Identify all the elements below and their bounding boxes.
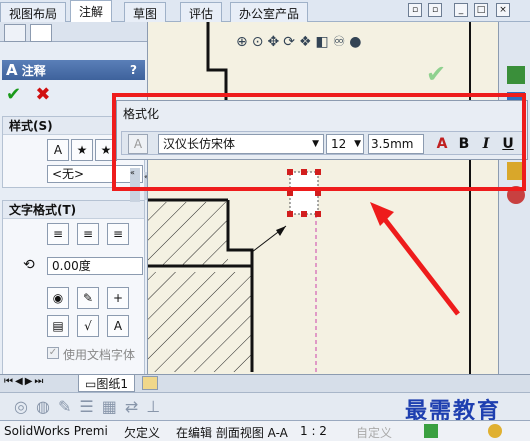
geometric-tolerance-icon[interactable]: ▤	[47, 315, 69, 337]
confirm-check-icon[interactable]: ✔	[426, 60, 446, 88]
line-color-icon[interactable]: ◍	[36, 397, 58, 416]
chevron-down-icon: ▼	[312, 139, 319, 149]
hide-show-icon[interactable]: ♾	[333, 34, 350, 50]
note-icon: A	[6, 61, 18, 79]
rebuild-icon[interactable]	[424, 424, 438, 438]
datum-icon[interactable]: A	[107, 315, 129, 337]
add-sheet-icon[interactable]	[142, 376, 158, 390]
help-button[interactable]: ?	[130, 60, 137, 80]
restore-icon[interactable]: ▫	[428, 3, 442, 17]
toolbar-collapse-icon[interactable]: «	[130, 168, 140, 202]
restore-icon[interactable]: ▫	[408, 3, 422, 17]
maximize-icon[interactable]: □	[474, 3, 488, 17]
line-thickness-icon[interactable]: ☰	[79, 397, 101, 416]
feature-tree-tab-icon[interactable]	[4, 24, 26, 42]
bold-button[interactable]: B	[454, 134, 474, 154]
tab-evaluate[interactable]: 评估	[180, 2, 223, 22]
angle-input[interactable]: 0.00度	[47, 257, 143, 275]
font-style-icon[interactable]: A	[128, 134, 148, 154]
font-size-select[interactable]: 12 ▼	[326, 134, 364, 154]
color-display-icon[interactable]: ⊥	[146, 397, 168, 416]
italic-button[interactable]: I	[476, 134, 496, 154]
line-font-icon[interactable]: ▦	[102, 397, 125, 416]
tab-sketch[interactable]: 草图	[124, 2, 167, 22]
sheet-tabs-bar: ⏮◀▶⏭ ▭图纸1	[0, 374, 530, 392]
status-editing: 在编辑 剖面视图 A-A	[176, 426, 288, 440]
text-format-header[interactable]: 文字格式(T)	[3, 201, 144, 219]
text-format-section: 文字格式(T) ≡ ≡ ≡ ⟲ 0.00度 ◉ ✎ + ▤ √ A ✓ 使用文档…	[2, 200, 145, 374]
status-bar: SolidWorks Premi 欠定义 在编辑 剖面视图 A-A 1 : 2 …	[0, 420, 530, 441]
formatting-title: 格式化	[123, 107, 160, 121]
appearance-icon[interactable]: ●	[349, 34, 365, 50]
status-custom[interactable]: 自定义	[356, 424, 392, 441]
zoom-area-icon[interactable]: ⊙	[252, 34, 268, 50]
status-app: SolidWorks Premi	[4, 424, 108, 438]
surface-finish-icon[interactable]: √	[77, 315, 99, 337]
tab-view-layout[interactable]: 视图布局	[0, 2, 67, 22]
formatting-toolbar: 格式化 A 汉仪长仿宋体 ▼ 12 ▼ 3.5mm A B I U	[116, 100, 528, 160]
view-toolbar: ⊕⊙✥⟳❖◧♾●	[236, 34, 366, 50]
chevron-down-icon: ▼	[354, 139, 361, 149]
layer-icon[interactable]: ◎	[14, 397, 36, 416]
favorite-icon[interactable]: ★	[95, 139, 117, 161]
property-manager: A 注释 ? ✔ ✖ 样式(S) A ★ ★ <无> 文字格式(T) ≡ ≡ ≡…	[0, 22, 148, 374]
panel-title: A 注释 ?	[2, 60, 145, 80]
align-center-icon[interactable]: ≡	[77, 223, 99, 245]
underline-button[interactable]: U	[498, 134, 518, 154]
ok-cancel-group: ✔ ✖	[6, 84, 50, 105]
font-height-input[interactable]: 3.5mm	[368, 134, 424, 154]
sheet-icon: ▭	[85, 377, 97, 391]
display-style-icon[interactable]: ◧	[316, 34, 333, 50]
appearances-icon[interactable]	[507, 186, 525, 204]
help-icon[interactable]	[488, 424, 502, 438]
align-right-icon[interactable]: ≡	[107, 223, 129, 245]
line-style-icon[interactable]: ✎	[58, 397, 79, 416]
status-definition: 欠定义	[124, 426, 161, 440]
file-explorer-icon[interactable]	[507, 162, 525, 180]
minimize-icon[interactable]: _	[454, 3, 468, 17]
status-scale: 1 : 2	[300, 424, 327, 438]
nav-arrows-icon[interactable]: ⏮◀▶⏭	[4, 376, 45, 387]
zoom-to-fit-icon[interactable]: ⊕	[236, 34, 252, 50]
sheet-tab[interactable]: ▭图纸1	[78, 375, 135, 392]
resources-icon[interactable]	[507, 66, 525, 84]
pan-icon[interactable]: ✥	[267, 34, 283, 50]
tab-office-products[interactable]: 办公室产品	[230, 2, 309, 22]
command-manager-tabs: 视图布局 注解 草图 评估 办公室产品 ▫ ▫ _ □ ×	[0, 0, 530, 22]
favorite-add-icon[interactable]: ★	[71, 139, 93, 161]
view-orientation-icon[interactable]: ❖	[299, 34, 316, 50]
hyperlink-icon[interactable]: ◉	[47, 287, 69, 309]
close-icon[interactable]: ×	[496, 3, 510, 17]
rotate-icon[interactable]: ⟳	[283, 34, 299, 50]
property-tab-icon[interactable]	[30, 24, 52, 42]
use-doc-font-label: 使用文档字体	[63, 348, 136, 362]
ok-button[interactable]: ✔	[6, 84, 21, 105]
drawing-area[interactable]: ⊕⊙✥⟳❖◧♾● ✔	[148, 22, 498, 374]
font-select[interactable]: 汉仪长仿宋体 ▼	[158, 134, 324, 154]
style-select[interactable]: <无>	[47, 165, 143, 183]
hide-edge-icon[interactable]: ⇄	[125, 397, 146, 416]
formatting-row: A 汉仪长仿宋体 ▼ 12 ▼ 3.5mm A B I U	[121, 131, 525, 155]
align-left-icon[interactable]: ≡	[47, 223, 69, 245]
add-style-icon[interactable]: A	[47, 139, 69, 161]
font-color-icon[interactable]: A	[432, 134, 452, 154]
task-pane-bar	[498, 22, 530, 374]
angle-icon: ⟲	[23, 257, 35, 273]
add-symbol-icon[interactable]: +	[107, 287, 129, 309]
panel-tabs	[0, 22, 147, 42]
tab-annotation[interactable]: 注解	[70, 0, 113, 22]
use-doc-font-checkbox[interactable]: ✓	[47, 347, 59, 359]
cancel-button[interactable]: ✖	[35, 84, 50, 105]
link-property-icon[interactable]: ✎	[77, 287, 99, 309]
toolbar-icons: ◎◍✎☰▦⇄⊥	[14, 397, 168, 416]
